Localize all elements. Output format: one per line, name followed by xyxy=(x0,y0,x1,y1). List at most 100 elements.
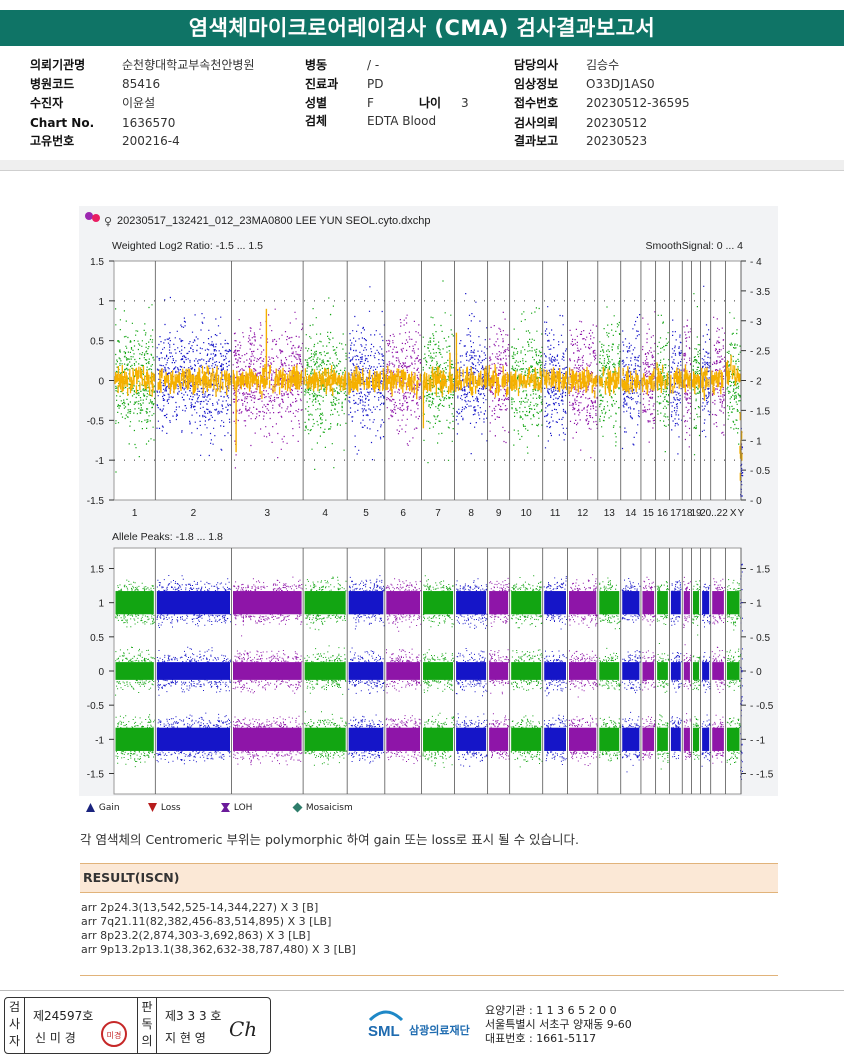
info-label: 고유번호 xyxy=(30,134,75,148)
bottom-y2tick-label: - -0.5 xyxy=(750,701,774,712)
org-code: 요양기관 : 1 1 3 6 5 2 0 0 xyxy=(485,1004,617,1017)
allele-band xyxy=(642,662,655,680)
bottom-chrom-14 xyxy=(621,578,641,773)
info-value: 200216-4 xyxy=(122,134,180,148)
allele-band xyxy=(726,591,740,615)
allele-band xyxy=(692,727,700,751)
allele-band xyxy=(511,727,542,751)
allele-band xyxy=(423,662,454,680)
bottom-ytick-label: -1.5 xyxy=(87,770,105,781)
result-line: arr 9p13.2p13.1(38,362,632-38,787,480) X… xyxy=(81,943,356,956)
signature-box: 검사자 제24597호 신 미 경 미경 판독의 제3 3 3 호 지 현 영 … xyxy=(4,997,271,1054)
info-label: 성별 xyxy=(305,96,328,110)
info-label: 검체 xyxy=(305,114,328,128)
allele-band xyxy=(670,591,681,615)
chrom-label: 9 xyxy=(496,508,502,519)
bottom-y2tick-label: - 1.5 xyxy=(750,565,770,576)
allele-band xyxy=(386,662,421,680)
allele-band xyxy=(511,662,542,680)
bottom-ytick-label: 1 xyxy=(98,599,104,610)
bottom-chrom-16 xyxy=(656,581,670,770)
legend-label: Gain xyxy=(98,803,120,813)
chip-icon-2 xyxy=(92,214,100,222)
legend-label: LOH xyxy=(233,803,253,813)
info-label: 병원코드 xyxy=(30,77,75,91)
chrom-label: 8 xyxy=(468,508,474,519)
allele-band xyxy=(568,591,597,615)
allele-band xyxy=(622,662,640,680)
chrom-label: Y xyxy=(738,508,745,519)
bottom-chrom-13 xyxy=(599,577,621,762)
bottom-chrom-...22 xyxy=(711,578,726,764)
female-icon: ♀ xyxy=(104,215,112,228)
allele-band xyxy=(544,727,566,751)
chrom-label: 7 xyxy=(435,508,441,519)
top-y2tick-label: - 4 xyxy=(750,257,762,268)
bottom-chrom-1 xyxy=(115,579,156,768)
bottom-chrom-3 xyxy=(232,576,303,766)
allele-band xyxy=(692,662,700,680)
org-address: 서울특별시 서초구 양재동 9-60 xyxy=(485,1018,632,1031)
age-value: 3 xyxy=(461,96,469,110)
allele-band xyxy=(599,727,620,751)
allele-band xyxy=(683,591,690,615)
bottom-y2tick-label: - 1 xyxy=(750,599,762,610)
top-ytick-label: 1 xyxy=(98,297,104,308)
allele-band xyxy=(456,662,487,680)
result-line: arr 8p23.2(2,874,303-3,692,863) X 3 [LB] xyxy=(81,929,311,942)
plot-file-title: 20230517_132421_012_23MA0800 LEE YUN SEO… xyxy=(117,215,431,227)
bottom-ytick-label: 1.5 xyxy=(90,565,104,576)
top-panel-ylabel: Weighted Log2 Ratio: -1.5 ... 1.5 xyxy=(112,240,263,252)
info-label: 수진자 xyxy=(30,96,64,110)
allele-band xyxy=(622,591,640,615)
allele-band xyxy=(386,591,421,615)
info-value: 20230512-36595 xyxy=(586,96,690,110)
organization-info: 요양기관 : 1 1 3 6 5 2 0 0 서울특별시 서초구 양재동 9-6… xyxy=(485,1004,632,1046)
bottom-ytick-label: 0.5 xyxy=(90,633,104,644)
bottom-chrom-X xyxy=(726,579,741,765)
top-panel-y2label: SmoothSignal: 0 ... 4 xyxy=(646,240,744,252)
top-y2tick-label: - 0.5 xyxy=(750,466,770,477)
top-ytick-label: 1.5 xyxy=(90,257,104,268)
info-label: Chart No. xyxy=(30,116,95,130)
sml-logo-icon: SML 삼광의료재단 xyxy=(368,1010,470,1040)
chrom-label: 11 xyxy=(550,508,561,519)
allele-band xyxy=(726,727,740,751)
allele-band xyxy=(348,727,384,751)
inspector-license: 제24597호 xyxy=(33,1009,94,1023)
chrom-label: 16 xyxy=(657,508,669,519)
allele-band xyxy=(156,662,231,680)
allele-band xyxy=(544,662,566,680)
allele-band xyxy=(670,727,681,751)
info-value: 1636570 xyxy=(122,116,176,130)
loss-triangle-icon xyxy=(148,803,157,812)
logo-text: SML xyxy=(368,1023,400,1040)
legend-label: Mosaicism xyxy=(305,803,353,813)
cma-plot: ♀ 20230517_132421_012_23MA0800 LEE YUN S… xyxy=(79,206,778,796)
result-line: arr 7q21.11(82,382,456-83,514,895) X 3 [… xyxy=(81,915,332,928)
allele-band xyxy=(657,662,668,680)
bottom-chrom-2 xyxy=(156,575,232,765)
info-value: EDTA Blood xyxy=(367,114,437,128)
info-label: 병동 xyxy=(305,58,328,72)
footer-divider xyxy=(0,990,844,991)
bottom-chrom-10 xyxy=(510,575,543,768)
top-ytick-label: -1 xyxy=(95,456,104,467)
top-ytick-label: 0 xyxy=(98,377,104,388)
info-value: 이윤설 xyxy=(122,96,156,110)
info-value: O33DJ1AS0 xyxy=(586,77,655,91)
allele-band xyxy=(642,591,655,615)
inspector-label: 검사자 xyxy=(5,998,25,1053)
legend-item-mosaicism: Mosaicism xyxy=(292,802,353,814)
info-label: 결과보고 xyxy=(514,134,559,148)
allele-band xyxy=(489,727,509,751)
chrom-label: 13 xyxy=(604,508,616,519)
chrom-label: ...22 xyxy=(708,508,728,519)
inspector-name: 신 미 경 xyxy=(35,1031,76,1045)
allele-band xyxy=(233,591,302,615)
allele-band xyxy=(348,591,384,615)
reviewer-name: 지 현 영 xyxy=(165,1031,206,1045)
top-ytick-label: -0.5 xyxy=(87,416,105,427)
mosaicism-diamond-icon xyxy=(292,802,303,813)
allele-band xyxy=(423,727,454,751)
